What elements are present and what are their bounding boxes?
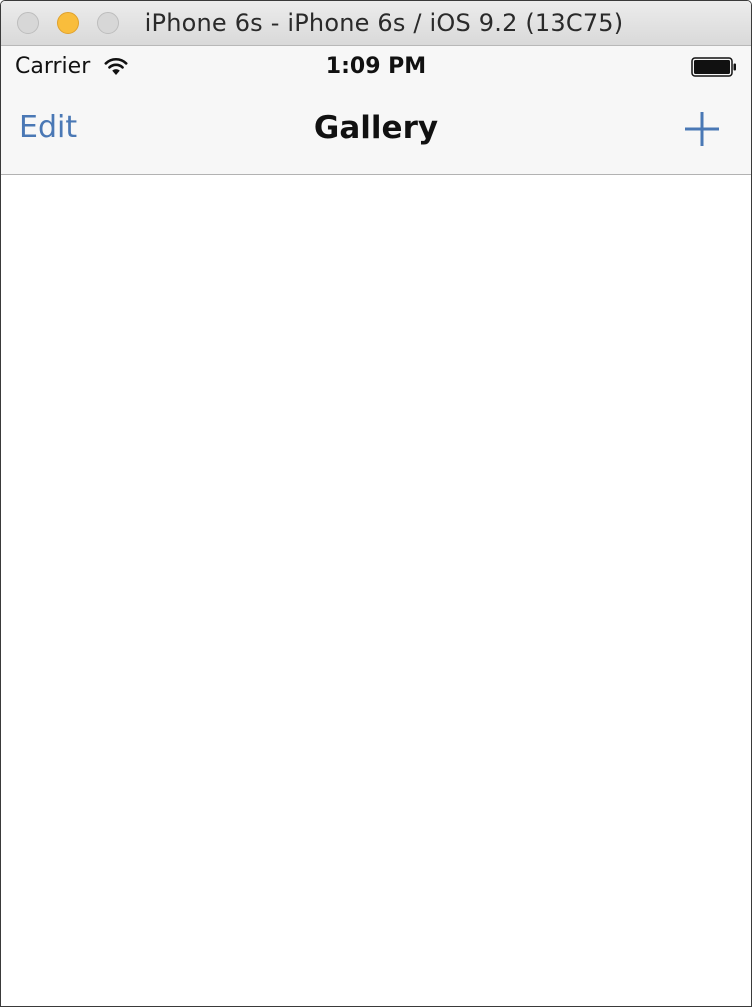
- window-title: iPhone 6s - iPhone 6s / iOS 9.2 (13C75): [144, 9, 624, 37]
- gallery-content-area[interactable]: [1, 175, 751, 1006]
- window-titlebar[interactable]: iPhone 6s - iPhone 6s / iOS 9.2 (13C75): [1, 1, 751, 46]
- status-time: 1:09 PM: [325, 54, 427, 79]
- status-bar: Carrier 1:09 PM: [1, 46, 751, 86]
- battery-icon: [691, 57, 736, 77]
- plus-icon[interactable]: [681, 108, 723, 150]
- nav-title: Gallery: [313, 110, 439, 146]
- navigation-bar: Edit Gallery: [1, 86, 751, 175]
- simulator-window: iPhone 6s - iPhone 6s / iOS 9.2 (13C75) …: [0, 0, 752, 1007]
